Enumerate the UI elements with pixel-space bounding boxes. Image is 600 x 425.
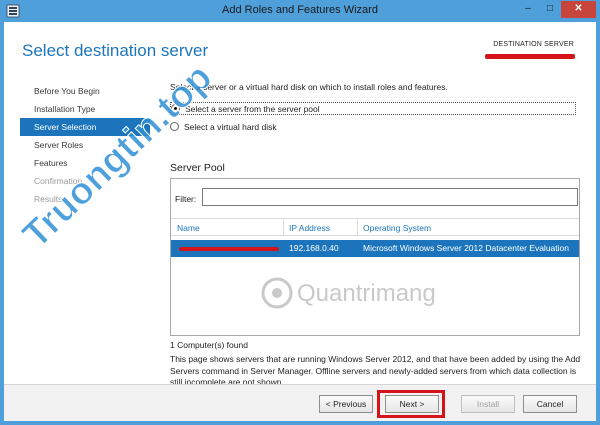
filter-input[interactable] [202,188,578,206]
column-divider[interactable] [357,219,358,236]
option-virtual-disk[interactable]: Select a virtual hard disk [170,120,277,133]
server-grid-header: Name IP Address Operating System [171,218,579,236]
wizard-footer: < Previous Next > Install Cancel [4,385,596,421]
nav-item-server-roles[interactable]: Server Roles [20,136,150,154]
nav-item-installation-type[interactable]: Installation Type [20,100,150,118]
server-name-redaction [179,247,279,251]
nav-item-confirmation: Confirmation [34,176,83,186]
server-pool-panel: Filter: Name IP Address Operating System… [170,178,580,336]
option-virtual-disk-label: Select a virtual hard disk [184,121,277,132]
row-operating-system: Microsoft Windows Server 2012 Datacenter… [363,243,569,253]
option-server-pool-label: Select a server from the server pool [185,103,320,114]
title-bar[interactable]: Add Roles and Features Wizard – □ ✕ [0,0,600,22]
install-button: Install [461,395,515,413]
nav-item-server-selection[interactable]: Server Selection [20,118,150,136]
nav-item-before-you-begin[interactable]: Before You Begin [20,82,150,100]
destination-server-label: DESTINATION SERVER [493,41,574,48]
description-text: Select a server or a virtual hard disk o… [170,82,448,92]
window-title: Add Roles and Features Wizard [222,4,378,16]
computer-count: 1 Computer(s) found [170,340,248,350]
wizard-header: Select destination server DESTINATION SE… [4,22,596,72]
next-button[interactable]: Next > [385,395,439,413]
column-header-ip[interactable]: IP Address [289,223,330,233]
table-row[interactable]: 192.168.0.40 Microsoft Windows Server 20… [171,240,579,257]
wizard-window: Add Roles and Features Wizard – □ ✕ Sele… [0,0,600,425]
column-divider[interactable] [283,219,284,236]
wizard-nav: Before You Begin Installation Type Serve… [20,82,150,208]
filter-label: Filter: [175,194,197,204]
page-title: Select destination server [22,41,209,60]
quantrimang-watermark: Quantrimang [261,277,436,309]
radio-virtual-disk[interactable] [170,122,179,131]
maximize-button[interactable]: □ [539,1,561,18]
radio-server-pool[interactable] [171,104,180,113]
watermark-center-text: Quantrimang [297,280,436,307]
minimize-button[interactable]: – [517,1,539,18]
previous-button[interactable]: < Previous [319,395,373,413]
wizard-body: Select destination server DESTINATION SE… [4,22,596,421]
row-ip-address: 192.168.0.40 [289,243,339,253]
column-header-name[interactable]: Name [177,223,200,233]
option-server-pool[interactable]: Select a server from the server pool [170,102,576,115]
column-header-os[interactable]: Operating System [363,223,431,233]
cancel-button[interactable]: Cancel [523,395,577,413]
nav-item-features[interactable]: Features [20,154,150,172]
destination-server-redaction [485,54,575,59]
close-button[interactable]: ✕ [561,1,596,18]
nav-item-results: Results [34,194,63,204]
server-pool-heading: Server Pool [170,162,225,174]
